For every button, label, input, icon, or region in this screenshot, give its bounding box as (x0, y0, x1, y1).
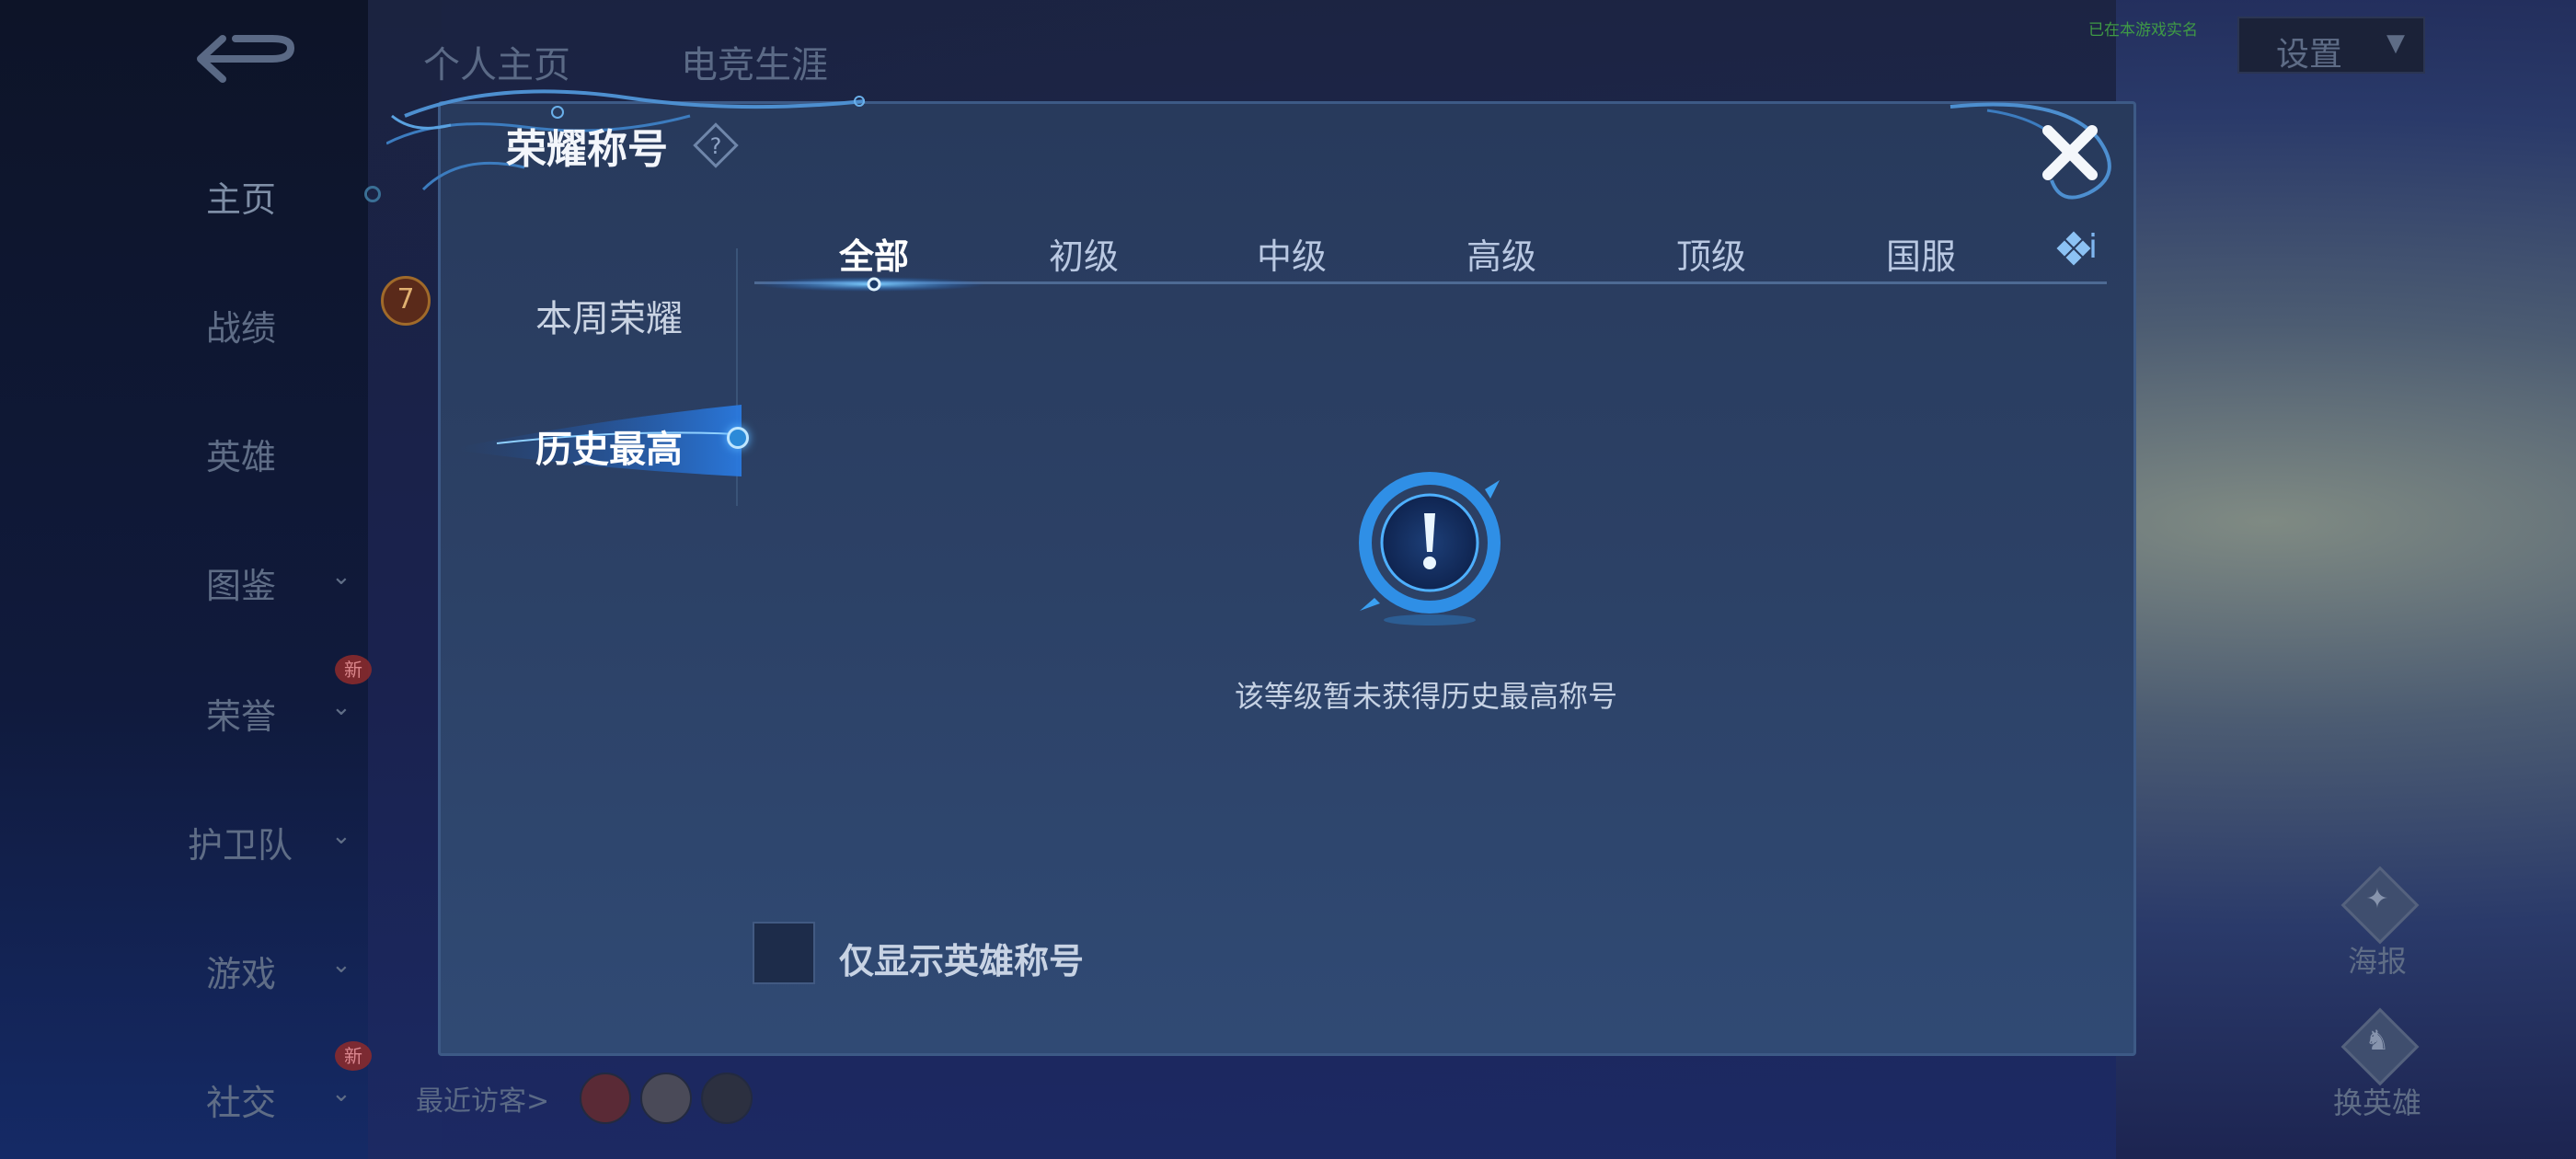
poster-button[interactable]: ✦ 海报 (2313, 868, 2442, 981)
chevron-down-icon: ⌄ (331, 563, 351, 591)
nav-item-heroes[interactable]: 英雄 (206, 429, 381, 479)
alert-icon (1359, 472, 1501, 625)
nav-item-games[interactable]: 游戏 (206, 946, 381, 996)
hero-titles-only-label[interactable]: 仅显示英雄称号 (839, 933, 1084, 983)
realname-note: 已在本游戏实名 (2088, 21, 2198, 40)
recent-visitors-link[interactable]: 最近访客> (416, 1078, 549, 1119)
avatar[interactable] (701, 1073, 753, 1124)
settings-dropdown[interactable]: 设置 ▼ (2237, 17, 2425, 74)
more-tabs-label: i (2088, 228, 2099, 266)
nav-item-social[interactable]: 社交 (206, 1074, 381, 1125)
settings-label: 设置 (2276, 36, 2343, 74)
question-icon[interactable]: ? (692, 121, 740, 169)
avatar[interactable] (640, 1073, 692, 1124)
hero-titles-only-checkbox[interactable] (753, 922, 815, 984)
new-badge: 新 (335, 655, 372, 684)
level-badge: 7 (381, 276, 431, 326)
back-arrow-icon[interactable] (195, 33, 294, 85)
switch-hero-button[interactable]: ♞ 换英雄 (2313, 1010, 2442, 1122)
chevron-down-icon: ⌄ (331, 822, 351, 850)
dialog-title: 荣耀称号 (506, 126, 668, 173)
nav-item-home[interactable]: 主页 (206, 171, 381, 222)
tab-beginner[interactable]: 初级 (1019, 228, 1148, 279)
nav-item-honor[interactable]: 荣誉 (206, 688, 381, 739)
tab-top[interactable]: 顶级 (1647, 228, 1776, 279)
nav-item-records[interactable]: 战绩 (206, 300, 381, 350)
tab-advanced[interactable]: 高级 (1437, 228, 1566, 279)
poster-label: 海报 (2347, 944, 2407, 979)
switch-hero-label: 换英雄 (2332, 1085, 2421, 1120)
chevron-down-icon: ▼ (2386, 29, 2405, 57)
chevron-down-icon: ⌄ (331, 694, 351, 721)
close-icon[interactable] (2037, 120, 2103, 186)
tab-intermediate[interactable]: 中级 (1227, 228, 1356, 279)
poster-icon: ✦ (2343, 868, 2411, 936)
category-historical-best[interactable]: 历史最高 (535, 419, 683, 473)
tab-national[interactable]: 国服 (1857, 228, 1985, 279)
nav-item-codex[interactable]: 图鉴 (206, 557, 381, 608)
category-selected-node (727, 427, 749, 449)
empty-state-message: 该等级暂未获得历史最高称号 (1234, 679, 1617, 714)
new-badge: 新 (335, 1041, 372, 1071)
avatar[interactable] (580, 1073, 631, 1124)
chevron-down-icon: ⌄ (331, 1080, 351, 1107)
category-weekly-honor[interactable]: 本周荣耀 (535, 289, 683, 342)
svg-text:?: ? (710, 133, 722, 159)
tab-all[interactable]: 全部 (810, 228, 938, 279)
switch-hero-icon: ♞ (2343, 1010, 2411, 1078)
chevron-down-icon: ⌄ (331, 951, 351, 979)
